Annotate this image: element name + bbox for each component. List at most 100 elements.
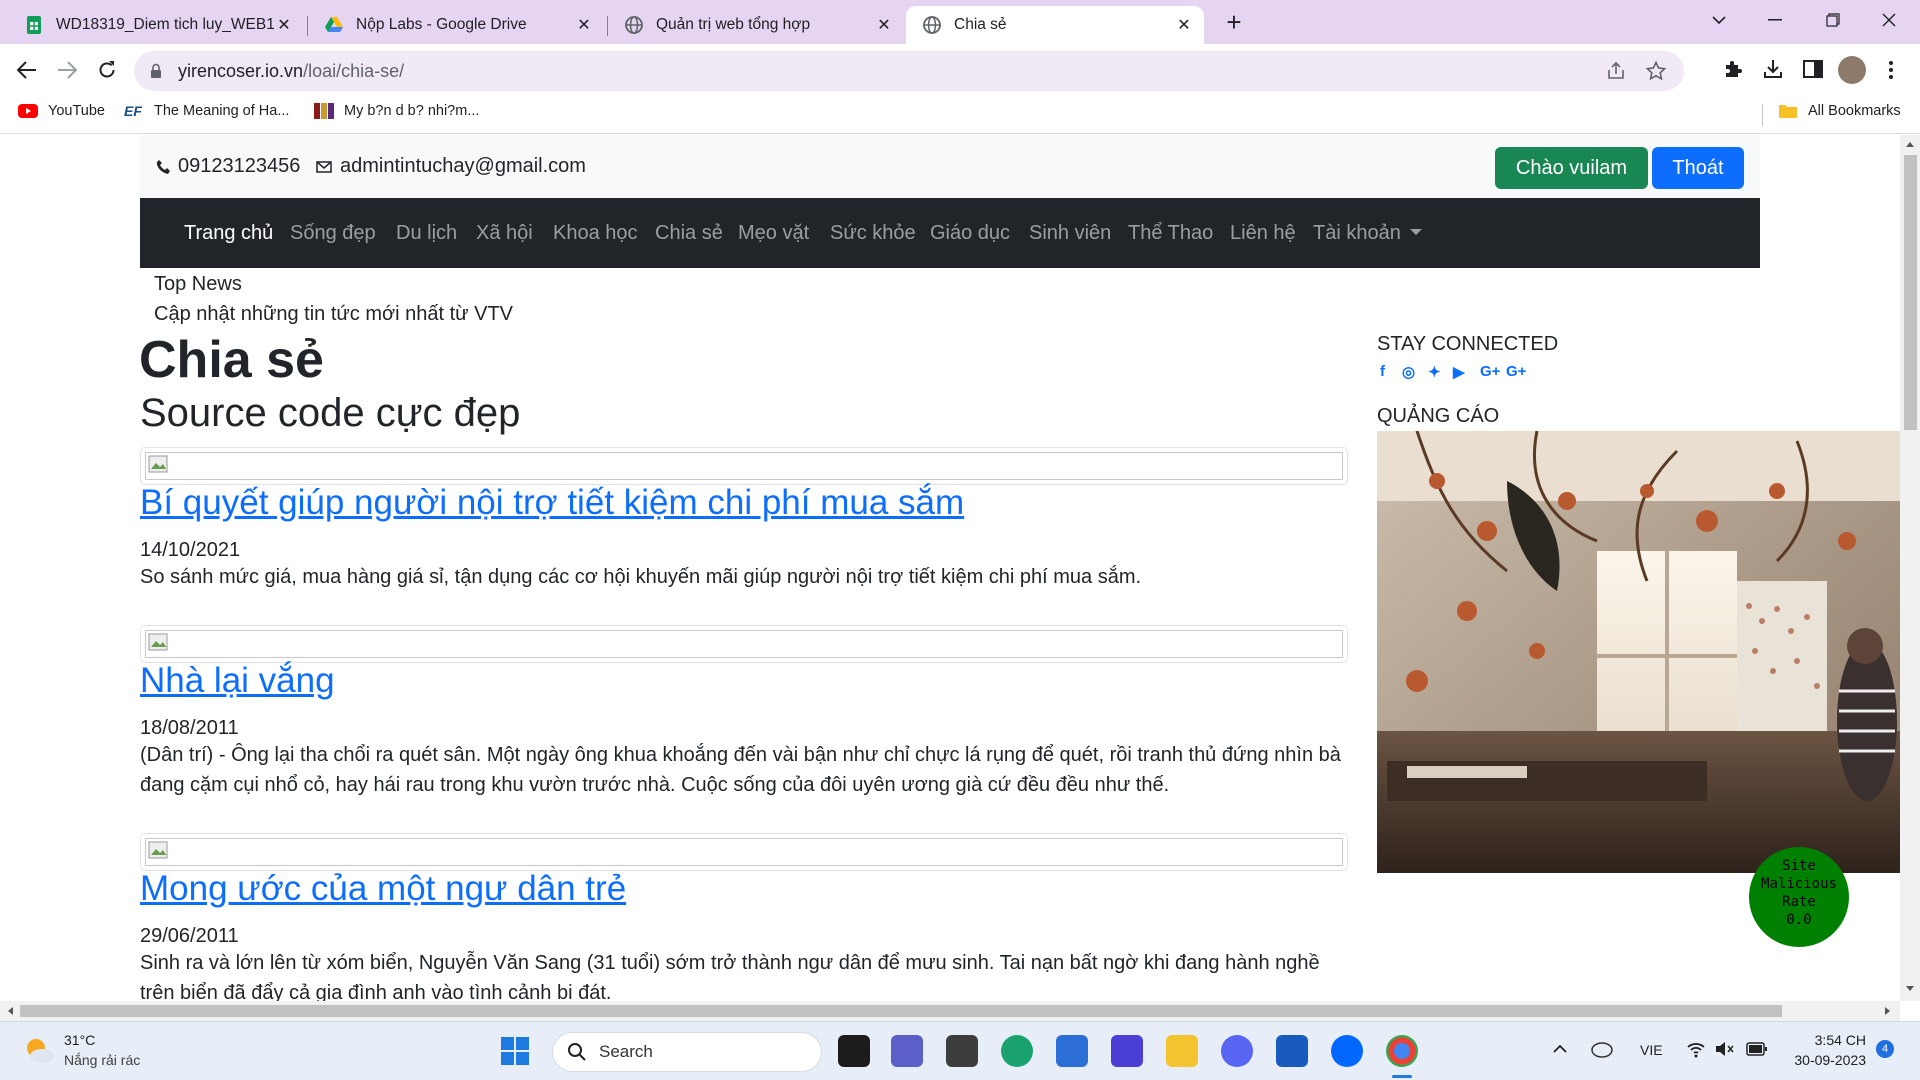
- tab-sheets[interactable]: WD18319_Diem tich luy_WEB10 ✕: [8, 6, 304, 44]
- google-plus-icon[interactable]: G+: [1506, 363, 1526, 380]
- download-icon[interactable]: [1762, 58, 1784, 80]
- word-icon[interactable]: [1276, 1035, 1308, 1067]
- network-status-icon[interactable]: [1590, 1040, 1614, 1060]
- tab-title: Quản trị web tổng hợp: [656, 16, 811, 33]
- extensions-icon[interactable]: [1722, 58, 1744, 80]
- nav-item-the-thao[interactable]: Thể Thao: [1128, 222, 1213, 245]
- nav-item-du-lich[interactable]: Du lịch: [396, 222, 457, 245]
- bookmark-my-book[interactable]: My b?n d b? nhi?m...: [314, 103, 479, 119]
- contact-bar: 09123123456 admintintuchay@gmail.com Chà…: [140, 135, 1760, 198]
- article-title-link[interactable]: Mong ước của một ngư dân trẻ: [140, 869, 626, 909]
- close-icon[interactable]: ✕: [574, 15, 594, 35]
- nav-item-xa-hoi[interactable]: Xã hội: [476, 222, 533, 245]
- windows-taskbar: 31°C Nắng rải rác Search VIE 3:54 CH 30-…: [0, 1021, 1920, 1080]
- teams-icon[interactable]: [891, 1035, 923, 1067]
- menu-icon[interactable]: [1888, 60, 1894, 80]
- zalo-icon[interactable]: [1331, 1035, 1363, 1067]
- chrome-icon[interactable]: [1386, 1035, 1418, 1067]
- bookmarks-bar: YouTube EF The Meaning of Ha... My b?n d…: [0, 96, 1920, 134]
- tab-drive[interactable]: Nộp Labs - Google Drive ✕: [308, 6, 604, 44]
- close-icon[interactable]: ✕: [874, 15, 894, 35]
- new-tab-button[interactable]: +: [1220, 8, 1248, 36]
- horizontal-scroll-thumb[interactable]: [20, 1005, 1782, 1017]
- weather-icon[interactable]: [22, 1034, 56, 1068]
- nav-item-suc-khoe[interactable]: Sức khỏe: [830, 222, 916, 245]
- phone-contact: 09123123456: [156, 155, 300, 178]
- vertical-scroll-thumb[interactable]: [1904, 155, 1917, 430]
- scroll-down-icon[interactable]: [1905, 985, 1915, 993]
- tab-chia-se[interactable]: Chia sẻ ✕: [906, 6, 1204, 44]
- restore-button[interactable]: [1816, 6, 1850, 34]
- instagram-icon[interactable]: ◎: [1402, 363, 1415, 381]
- all-bookmarks[interactable]: All Bookmarks: [1778, 103, 1901, 119]
- bookmark-ef[interactable]: EF The Meaning of Ha...: [124, 103, 289, 119]
- scroll-right-icon[interactable]: [1884, 1006, 1892, 1016]
- scroll-left-icon[interactable]: [6, 1006, 14, 1016]
- tab-quan-tri[interactable]: Quản trị web tổng hợp ✕: [608, 6, 904, 44]
- tab-search-icon[interactable]: [1702, 6, 1736, 34]
- bookmark-youtube[interactable]: YouTube: [18, 103, 105, 119]
- nav-item-khoa-hoc[interactable]: Khoa học: [553, 222, 638, 245]
- windows-start-icon[interactable]: [500, 1036, 530, 1066]
- address-bar[interactable]: yirencoser.io.vn/loai/chia-se/: [134, 51, 1684, 91]
- notification-count[interactable]: 4: [1876, 1040, 1894, 1058]
- advertisement-image[interactable]: [1377, 431, 1900, 873]
- nav-item-song-dep[interactable]: Sống đẹp: [290, 222, 376, 245]
- clock-date[interactable]: 30-09-2023: [1782, 1052, 1866, 1068]
- close-window-button[interactable]: [1872, 6, 1906, 34]
- profile-avatar[interactable]: [1838, 56, 1866, 84]
- reload-button[interactable]: [92, 55, 122, 85]
- nav-item-meo-vat[interactable]: Mẹo vặt: [738, 222, 809, 245]
- logout-button[interactable]: Thoát: [1652, 147, 1744, 189]
- star-icon[interactable]: [1646, 61, 1666, 81]
- language-indicator[interactable]: VIE: [1640, 1042, 1663, 1058]
- nav-item-label: Tài khoản: [1313, 222, 1401, 244]
- side-panel-icon[interactable]: [1802, 58, 1824, 80]
- store-icon[interactable]: [1056, 1035, 1088, 1067]
- back-button[interactable]: [12, 55, 42, 85]
- article-thumbnail[interactable]: [140, 447, 1348, 485]
- minimize-button[interactable]: [1758, 6, 1792, 34]
- lock-icon[interactable]: [150, 63, 162, 79]
- greet-button[interactable]: Chào vuilam: [1495, 147, 1648, 189]
- nav-item-chia-se[interactable]: Chia sẻ: [655, 222, 723, 245]
- bookmark-label: My b?n d b? nhi?m...: [344, 103, 480, 119]
- volume-muted-icon[interactable]: [1714, 1040, 1734, 1058]
- article-date: 18/08/2011: [140, 717, 239, 739]
- nav-item-lien-he[interactable]: Liên hệ: [1230, 222, 1296, 245]
- badge-line: Site: [1782, 858, 1816, 874]
- twitter-icon[interactable]: ✦: [1428, 363, 1441, 381]
- malicious-rate-badge[interactable]: Site Malicious Rate 0.0: [1749, 847, 1849, 947]
- cube-app-icon[interactable]: [946, 1035, 978, 1067]
- facebook-icon[interactable]: f: [1380, 363, 1385, 380]
- article-title-link[interactable]: Bí quyết giúp người nội trợ tiết kiệm ch…: [140, 483, 964, 523]
- clock-time[interactable]: 3:54 CH: [1782, 1032, 1866, 1048]
- file-explorer-icon[interactable]: [1166, 1035, 1198, 1067]
- chevron-up-icon[interactable]: [1552, 1044, 1568, 1054]
- close-icon[interactable]: ✕: [1174, 15, 1194, 35]
- nav-item-giao-duc[interactable]: Giáo dục: [930, 222, 1010, 245]
- youtube-icon[interactable]: ▶: [1453, 363, 1465, 381]
- task-view-icon[interactable]: [838, 1035, 870, 1067]
- nav-item-sinh-vien[interactable]: Sinh viên: [1029, 222, 1111, 245]
- drive-icon: [325, 17, 343, 32]
- share-icon[interactable]: [1606, 62, 1626, 80]
- forward-button[interactable]: [52, 55, 82, 85]
- discord-icon[interactable]: [1221, 1035, 1253, 1067]
- wifi-icon[interactable]: [1686, 1040, 1706, 1058]
- nav-item-tai-khoan[interactable]: Tài khoản: [1313, 222, 1422, 245]
- close-icon[interactable]: ✕: [274, 15, 294, 35]
- search-label: Search: [599, 1042, 653, 1061]
- google-plus-icon[interactable]: G+: [1480, 363, 1500, 380]
- taskbar-search[interactable]: Search: [552, 1032, 822, 1072]
- visual-studio-icon[interactable]: [1111, 1035, 1143, 1067]
- edge-icon[interactable]: [1001, 1035, 1033, 1067]
- article-date: 14/10/2021: [140, 539, 241, 561]
- article-thumbnail[interactable]: [140, 625, 1348, 663]
- article-date: 29/06/2011: [140, 925, 239, 947]
- battery-icon[interactable]: [1746, 1042, 1768, 1056]
- scroll-up-icon[interactable]: [1905, 140, 1915, 148]
- article-title-link[interactable]: Nhà lại vắng: [140, 661, 335, 701]
- nav-item-trang-chu[interactable]: Trang chủ: [184, 222, 273, 245]
- article-thumbnail[interactable]: [140, 833, 1348, 871]
